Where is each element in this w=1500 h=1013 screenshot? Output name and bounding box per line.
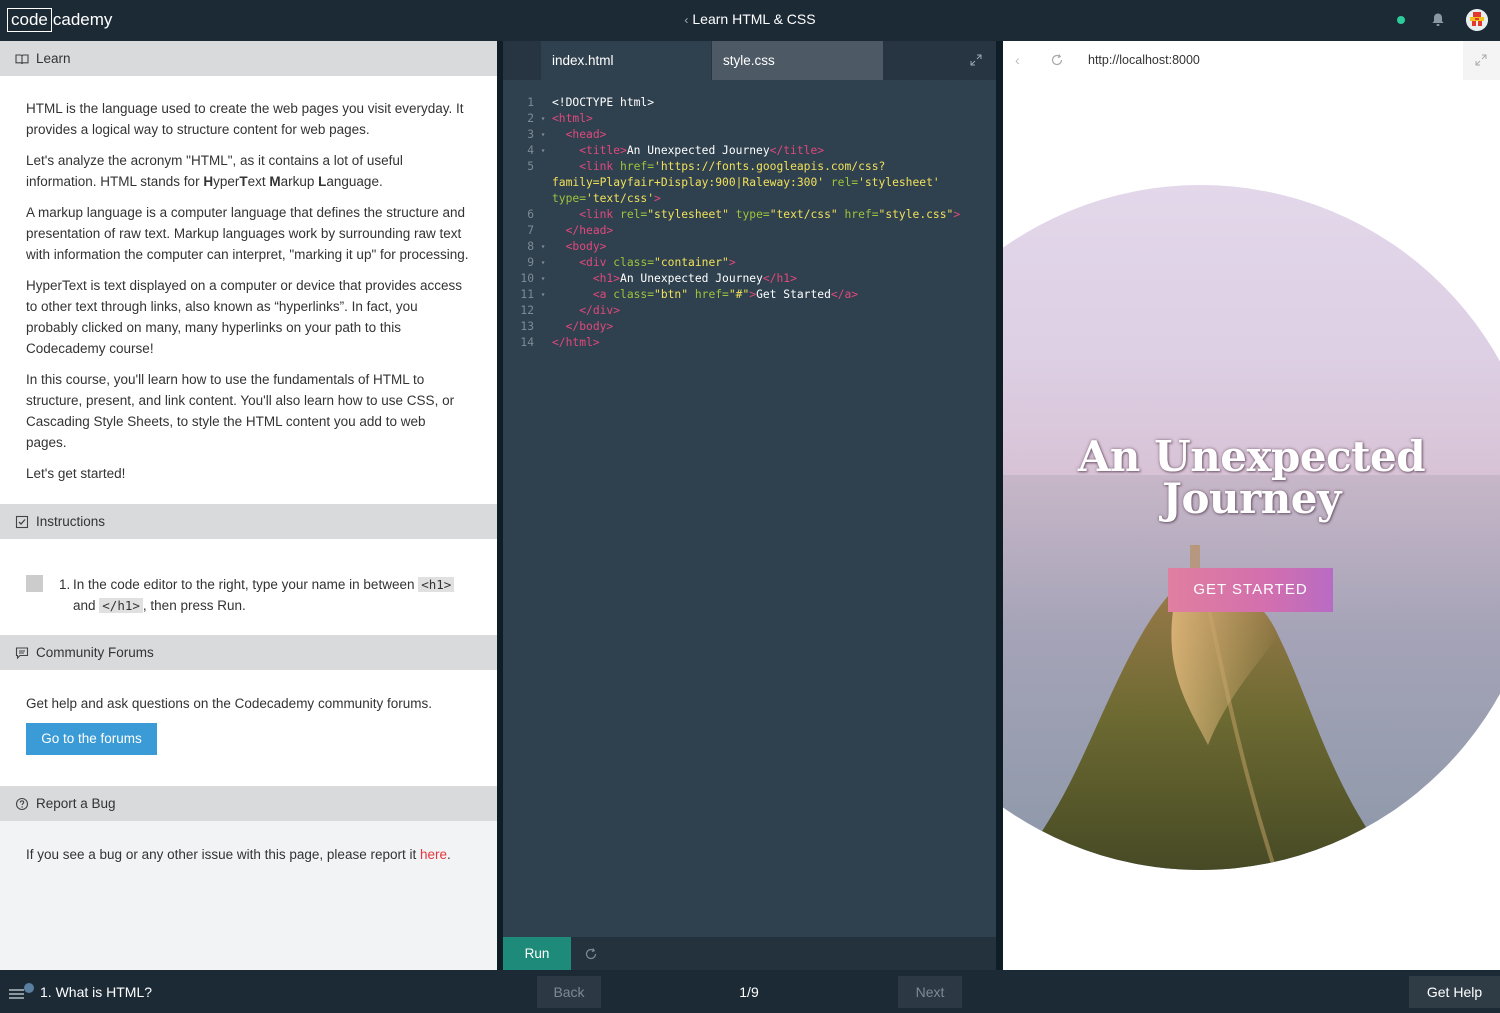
status-indicator (1397, 16, 1405, 24)
forums-header-label: Community Forums (36, 645, 154, 660)
top-bar: code cademy ‹ Learn HTML & CSS (0, 0, 1500, 41)
learn-paragraph: HTML is the language used to create the … (26, 101, 464, 137)
avatar[interactable] (1466, 9, 1488, 31)
instructions-header[interactable]: Instructions (0, 504, 497, 539)
code-line: 3 ▾ <head> (527, 128, 607, 141)
hero-heading: An Unexpected Journey (1077, 432, 1426, 523)
course-title[interactable]: ‹ Learn HTML & CSS (0, 11, 1500, 27)
run-button[interactable]: Run (503, 937, 571, 970)
task-text: 1. In the code editor to the right, type… (59, 574, 469, 616)
code-line: 9 ▾ <div class="container"> (527, 256, 736, 269)
code-line: 4 ▾ <title>An Unexpected Journey</title> (527, 144, 825, 157)
code-line: 12 </div> (520, 304, 621, 317)
learn-header-label: Learn (36, 51, 71, 66)
course-title-text: Learn HTML & CSS (692, 11, 816, 27)
code-area[interactable]: 1 <!DOCTYPE html> 2 ▾ <html> 3 ▾ <head> 4 ▾ <… (503, 95, 996, 351)
task-checkbox[interactable] (26, 575, 43, 592)
code-h1-open: <h1> (418, 577, 455, 592)
forums-content: Get help and ask questions on the Codeca… (0, 670, 497, 786)
learn-paragraph: Let's get started! (26, 466, 126, 481)
expand-icon (1475, 54, 1487, 66)
expand-icon[interactable] (970, 54, 982, 66)
browser-preview: ‹ http://localhost:8000 An Unexpected Jo… (1003, 41, 1500, 970)
run-bar: Run (503, 937, 996, 970)
forums-text: Get help and ask questions on the Codeca… (26, 696, 432, 711)
code-editor: index.html style.css 1 <!DOCTYPE html> 2 ▾… (503, 41, 996, 970)
code-line: 5 <link href='https://fonts.googleapis.c… (527, 160, 947, 205)
report-bug-content: If you see a bug or any other issue with… (26, 847, 451, 862)
bottom-bar: 1. What is HTML? Back 1/9 Next Get Help (0, 970, 1500, 1013)
learn-paragraph: Let's analyze the acronym "HTML", as it … (26, 153, 403, 189)
fold-arrow-icon: ▾ (540, 242, 546, 251)
reload-icon[interactable] (1050, 53, 1064, 67)
code-line: 13 </body> (520, 320, 614, 333)
fold-arrow-icon: ▾ (540, 146, 546, 155)
learn-content: HTML is the language used to create the … (0, 76, 497, 504)
code-line: 6 <link rel="stylesheet" type="text/css"… (527, 208, 961, 221)
go-to-forums-button[interactable]: Go to the forums (26, 723, 157, 755)
fold-arrow-icon: ▾ (540, 130, 546, 139)
instructions-header-label: Instructions (36, 514, 106, 529)
page-counter: 1/9 (739, 984, 759, 1000)
url-field[interactable]: http://localhost:8000 (1088, 53, 1200, 67)
get-help-button[interactable]: Get Help (1409, 976, 1500, 1008)
learn-paragraph: In this course, you'll learn how to use … (26, 372, 455, 450)
code-line: 2 ▾ <html> (527, 112, 593, 125)
book-icon (15, 53, 29, 64)
code-line: 11 ▾ <a class="btn" href="#">Get Started<… (520, 288, 859, 301)
chevron-left-icon: ‹ (684, 13, 689, 27)
help-circle-icon (15, 797, 29, 810)
reset-icon[interactable] (584, 947, 598, 961)
learn-header[interactable]: Learn (0, 41, 497, 76)
report-bug-link[interactable]: here (420, 847, 447, 862)
code-line: 10 ▾ <h1>An Unexpected Journey</h1> (520, 272, 797, 285)
report-bug-header-label: Report a Bug (36, 796, 116, 811)
instructions-content: 1. In the code editor to the right, type… (0, 539, 497, 635)
fold-arrow-icon: ▾ (540, 290, 546, 299)
lesson-panel: Learn HTML is the language used to creat… (0, 41, 497, 970)
code-line: 1 <!DOCTYPE html> (527, 96, 655, 109)
learn-paragraph: HyperText is text displayed on a compute… (26, 278, 462, 356)
tab-index-html[interactable]: index.html (541, 41, 711, 80)
editor-tabs: index.html style.css (503, 41, 996, 80)
tab-style-css[interactable]: style.css (712, 41, 883, 80)
checkbox-icon (15, 515, 29, 528)
code-line: 14 </html> (520, 336, 600, 349)
code-line: 7 </head> (527, 224, 614, 237)
report-bug-header[interactable]: Report a Bug (0, 786, 497, 821)
lesson-title[interactable]: 1. What is HTML? (40, 984, 152, 1000)
learn-paragraph: A markup language is a computer language… (26, 205, 469, 262)
browser-url-bar: ‹ http://localhost:8000 (1003, 41, 1500, 80)
chat-icon (15, 646, 29, 659)
fold-arrow-icon: ▾ (540, 258, 546, 267)
fold-arrow-icon: ▾ (540, 274, 546, 283)
avatar-image-icon (1466, 9, 1488, 31)
browser-expand-button[interactable] (1463, 41, 1500, 80)
chevron-left-icon[interactable]: ‹ (1015, 52, 1020, 68)
back-button[interactable]: Back (537, 976, 601, 1008)
get-started-button[interactable]: GET STARTED (1168, 568, 1333, 612)
task-number: 1. (59, 577, 71, 592)
bug-text: If you see a bug or any other issue with… (26, 847, 420, 862)
next-button[interactable]: Next (898, 976, 962, 1008)
forums-header[interactable]: Community Forums (0, 635, 497, 670)
hero-image (1003, 185, 1500, 870)
menu-icon[interactable] (9, 983, 37, 1001)
code-h1-close: </h1> (99, 598, 143, 613)
bell-icon[interactable] (1430, 12, 1446, 28)
fold-arrow-icon: ▾ (540, 114, 546, 123)
code-line: 8 ▾ <body> (527, 240, 607, 253)
